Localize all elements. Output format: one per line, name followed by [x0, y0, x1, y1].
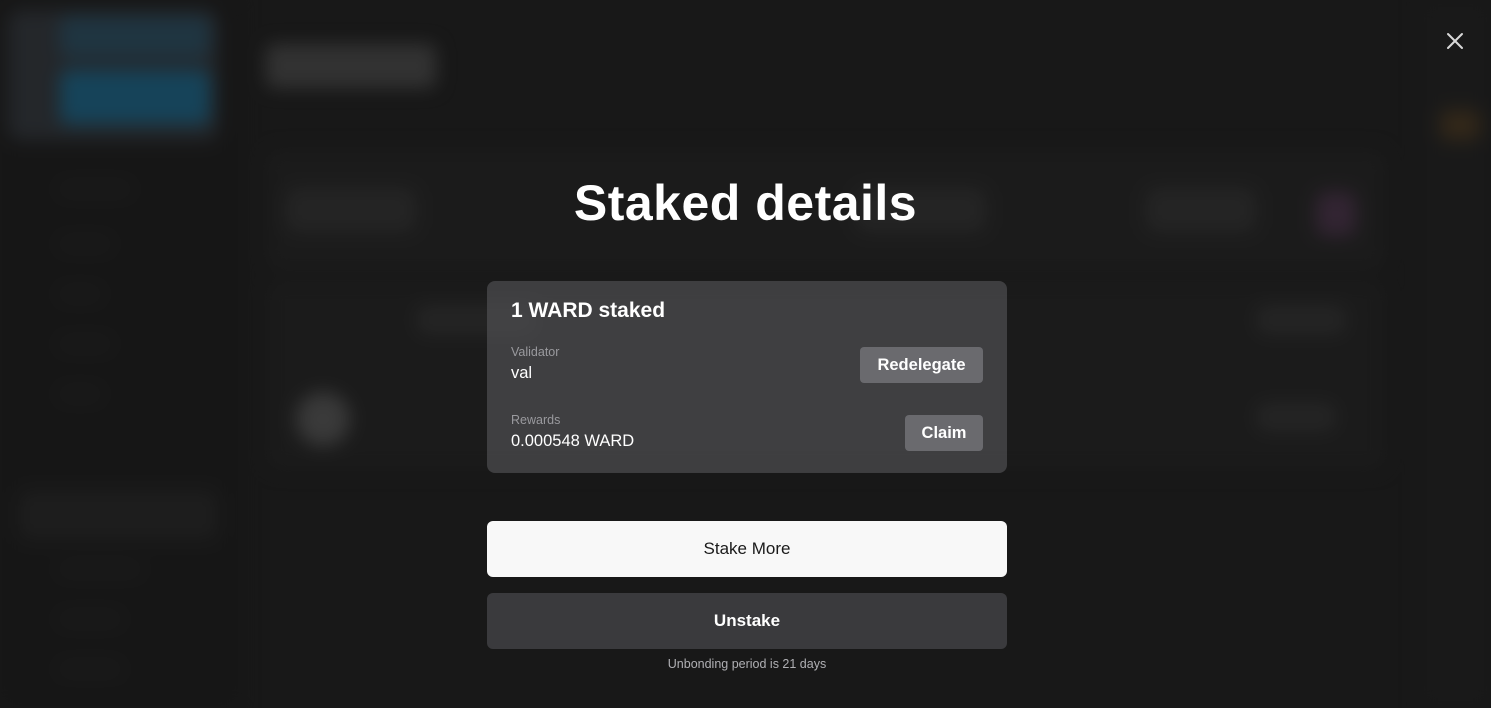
redelegate-button[interactable]: Redelegate	[860, 347, 983, 383]
staked-amount-heading: 1 WARD staked	[511, 299, 666, 322]
unbonding-period-note: Unbonding period is 21 days	[667, 657, 827, 671]
stake-more-button[interactable]: Stake More	[487, 521, 1007, 577]
stake-summary-card: 1 WARD staked Validator val Redelegate R…	[487, 281, 1007, 473]
validator-value: val	[511, 364, 533, 382]
rewards-value: 0.000548 WARD	[511, 432, 635, 450]
close-icon[interactable]	[1442, 28, 1468, 54]
unstake-button[interactable]: Unstake	[487, 593, 1007, 649]
claim-button[interactable]: Claim	[905, 415, 983, 451]
modal-title: Staked details	[573, 175, 918, 231]
validator-label: Validator	[511, 345, 560, 359]
rewards-label: Rewards	[511, 413, 561, 427]
